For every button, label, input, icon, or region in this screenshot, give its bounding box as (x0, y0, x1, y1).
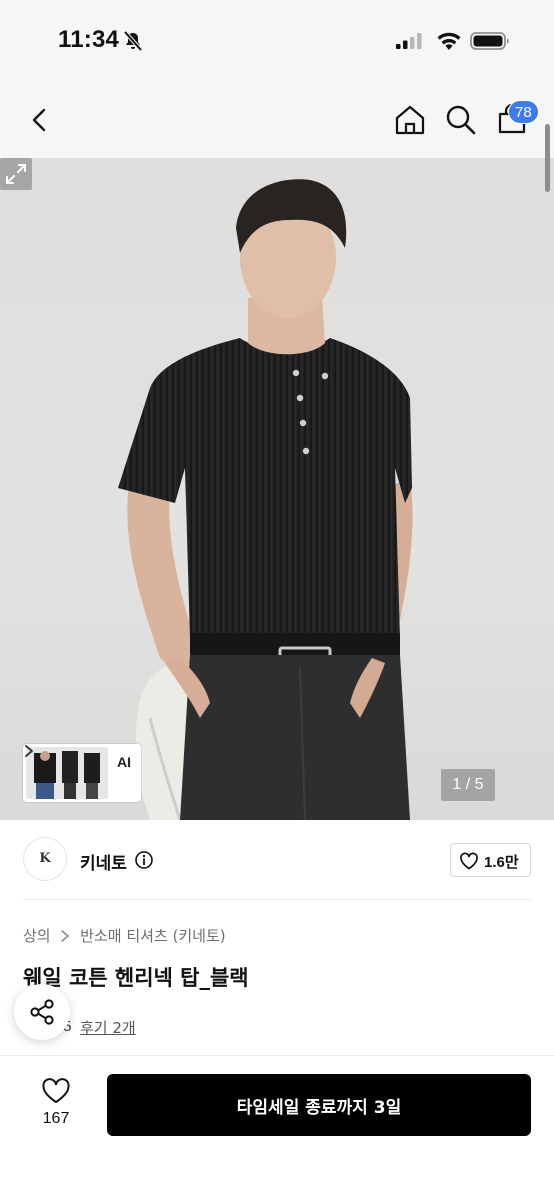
brand-logo[interactable]: K (23, 837, 67, 881)
breadcrumb: 상의 반소매 티셔츠 (키네토) (23, 925, 226, 947)
scroll-indicator[interactable] (545, 124, 550, 192)
review-count-link[interactable]: 후기 2개 (80, 1017, 136, 1038)
home-icon[interactable] (392, 102, 428, 138)
brand-name[interactable]: 키네토 (80, 849, 127, 874)
wifi-icon (437, 32, 461, 50)
wishlist-count: 167 (42, 1110, 70, 1127)
battery-icon (470, 32, 509, 50)
brand-logo-mark: K (39, 851, 51, 866)
status-bar: 11:34 (0, 0, 554, 84)
ai-thumbnail-image (26, 747, 108, 799)
brand-like-button[interactable]: 1.6만 (450, 843, 531, 877)
heart-icon (42, 1078, 70, 1103)
brand-like-count: 1.6만 (484, 854, 519, 871)
wishlist-button[interactable]: 167 (26, 1076, 86, 1138)
product-image-gallery[interactable]: AI 1 / 5 (0, 158, 554, 820)
heart-icon (460, 852, 478, 870)
share-button[interactable] (14, 984, 70, 1040)
info-icon[interactable] (134, 850, 154, 870)
brand-row: K 키네토 1.6만 (0, 820, 554, 900)
back-icon[interactable] (24, 102, 58, 138)
signal-icon (396, 33, 422, 49)
chevron-right-icon (25, 745, 33, 757)
cart-count-badge: 78 (508, 100, 539, 124)
bottom-action-bar: 167 타임세일 종료까지 3일 (0, 1055, 554, 1200)
nav-bar (0, 84, 554, 158)
bell-slash-icon (123, 30, 143, 52)
breadcrumb-item-category[interactable]: 반소매 티셔츠 (키네토) (80, 925, 225, 946)
product-photo (118, 179, 413, 820)
search-icon[interactable] (443, 102, 479, 138)
breadcrumb-item-top[interactable]: 상의 (23, 925, 51, 946)
image-page-counter: 1 / 5 (441, 769, 495, 801)
buy-button[interactable]: 타임세일 종료까지 3일 (107, 1074, 531, 1136)
divider (23, 899, 531, 900)
chevron-right-icon (61, 929, 70, 942)
share-icon (30, 999, 54, 1025)
ai-label: AI (117, 754, 131, 770)
expand-icon[interactable] (0, 158, 32, 190)
status-time: 11:34 (58, 26, 120, 53)
ai-lookbook-card[interactable]: AI (23, 744, 141, 802)
